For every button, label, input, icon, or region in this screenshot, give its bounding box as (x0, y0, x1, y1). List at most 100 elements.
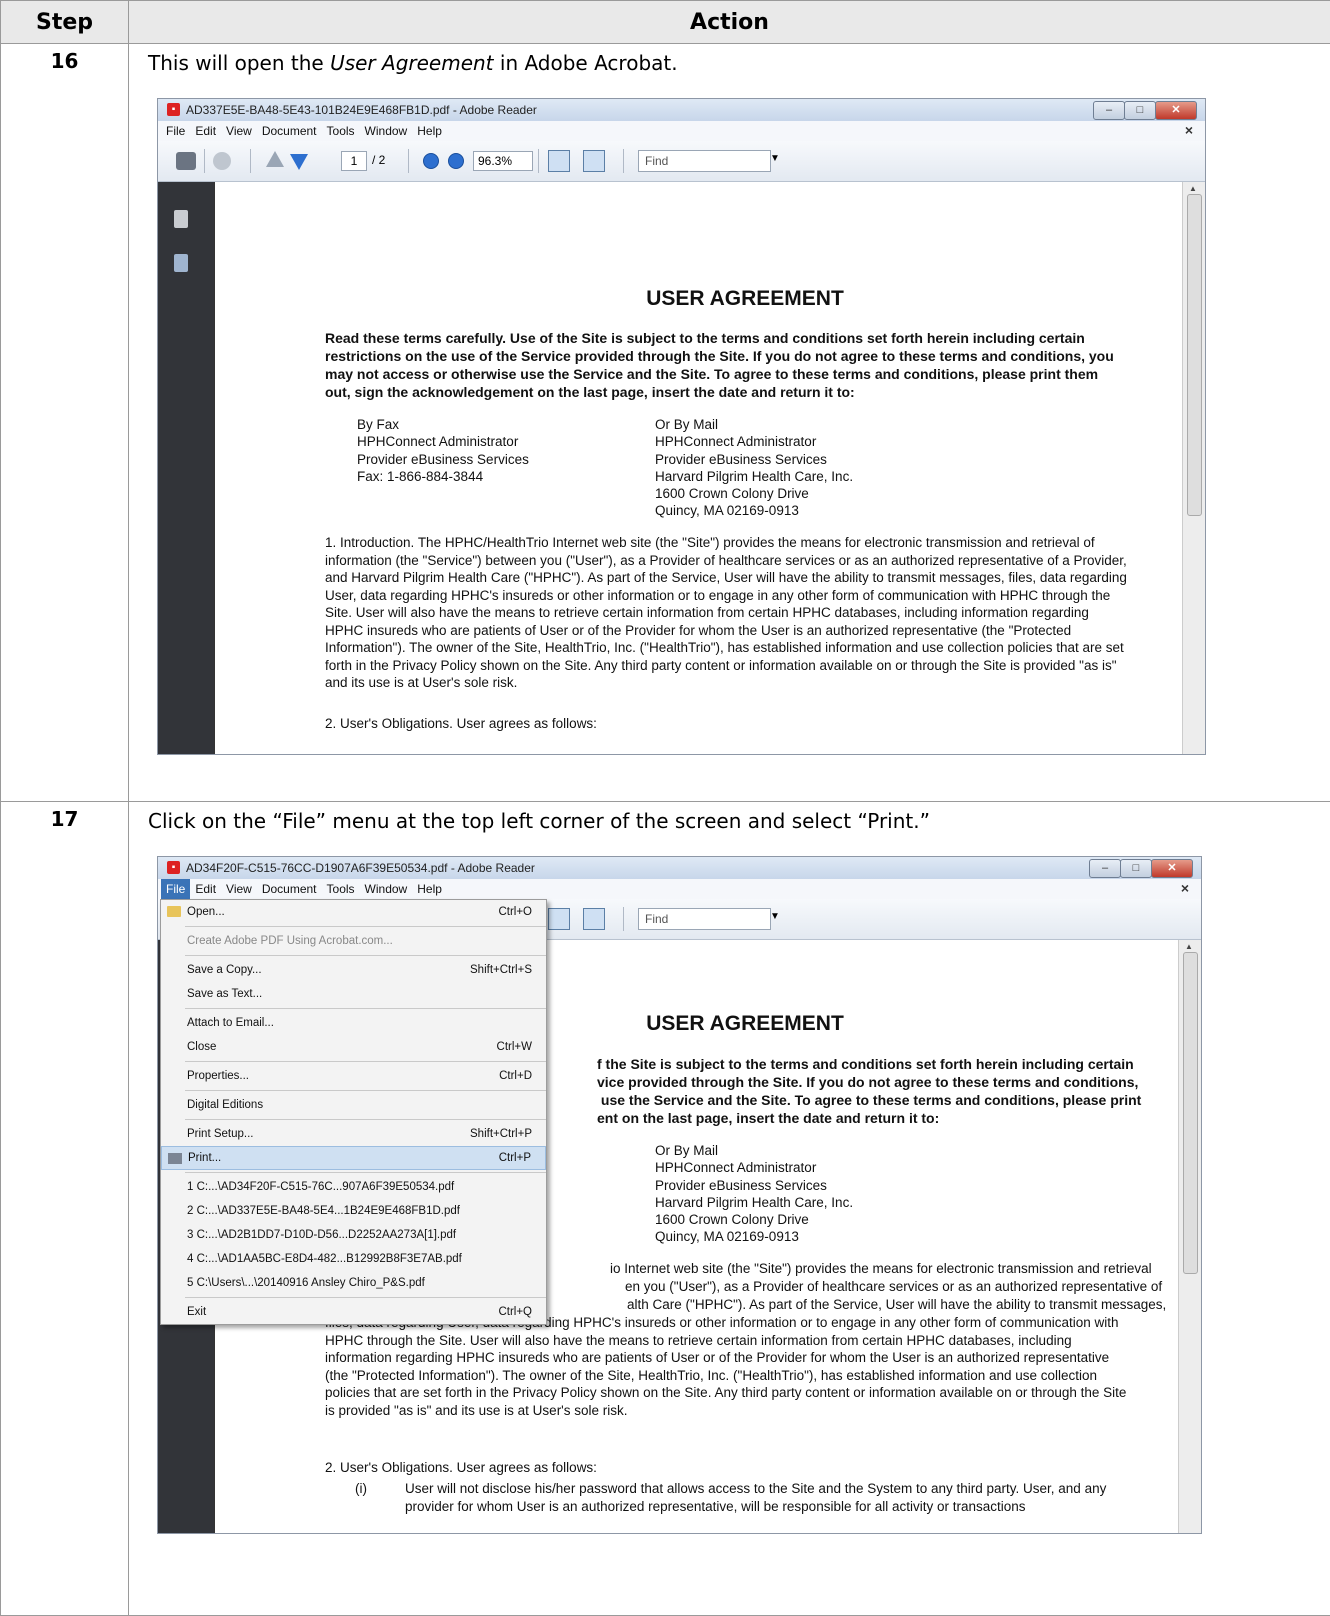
menu-item-recent-1[interactable]: 1 C:...\AD34F20F-C515-76C...907A6F39E505… (161, 1175, 546, 1199)
menu-file[interactable]: File (161, 879, 190, 899)
zoom-in-icon[interactable] (448, 153, 464, 169)
menu-item-save-as-text[interactable]: Save as Text... (161, 982, 546, 1006)
close-button[interactable]: ✕ (1151, 859, 1193, 878)
title-bar: ▪ AD34F20F-C515-76CC-D1907A6F39E50534.pd… (158, 857, 1201, 879)
bookmarks-panel-icon[interactable] (174, 254, 188, 272)
menu-help[interactable]: Help (412, 879, 447, 899)
header-action: Action (129, 1, 1330, 44)
close-button[interactable]: ✕ (1155, 101, 1197, 120)
full-screen-icon[interactable] (583, 908, 605, 930)
full-screen-icon[interactable] (583, 150, 605, 172)
menu-document[interactable]: Document (257, 121, 322, 141)
step-number-17: 17 (1, 802, 129, 1616)
menu-item-properties[interactable]: Properties...Ctrl+D (161, 1064, 546, 1088)
menu-item-close[interactable]: CloseCtrl+W (161, 1035, 546, 1059)
menu-item-print-setup[interactable]: Print Setup...Shift+Ctrl+P (161, 1122, 546, 1146)
step-17-action: Click on the “File” menu at the top left… (129, 802, 1330, 1616)
doc-title: USER AGREEMENT (325, 287, 1165, 311)
title-bar: ▪ AD337E5E-BA48-5E43-101B24E9E468FB1D.pd… (158, 99, 1205, 121)
document-close-icon[interactable]: × (1181, 880, 1189, 896)
zoom-level-select[interactable]: 96.3% (473, 151, 533, 171)
pdf-app-icon: ▪ (167, 861, 180, 874)
toolbar-separator (408, 149, 409, 173)
menu-window[interactable]: Window (360, 121, 413, 141)
find-input[interactable]: Find (638, 908, 771, 930)
doc-section-introduction: 1. Introduction. The HPHC/HealthTrio Int… (325, 534, 1130, 692)
menu-separator (185, 926, 546, 927)
step-number-16: 16 (1, 44, 129, 802)
minimize-button[interactable]: – (1089, 859, 1121, 878)
scroll-up-icon[interactable]: ▲ (1185, 942, 1193, 951)
document-close-icon[interactable]: × (1185, 122, 1193, 138)
doc-intro-line-2: en you ("User"), as a Provider of health… (625, 1278, 1150, 1296)
scroll-thumb[interactable] (1187, 194, 1202, 516)
printer-icon (168, 1153, 182, 1164)
previous-page-icon[interactable] (266, 151, 284, 167)
next-page-icon[interactable] (290, 154, 308, 170)
file-menu-dropdown: Open...Ctrl+O Create Adobe PDF Using Acr… (160, 899, 547, 1325)
obligation-number: (i) (355, 1480, 367, 1498)
document-view: USER AGREEMENT Read these terms carefull… (214, 182, 1183, 754)
menu-file[interactable]: File (161, 121, 190, 141)
menu-item-recent-3[interactable]: 3 C:...\AD2B1DD7-D10D-D56...D2252AA273A[… (161, 1223, 546, 1247)
menu-view[interactable]: View (221, 879, 257, 899)
doc-section-obligations: 2. User's Obligations. User agrees as fo… (325, 1460, 597, 1475)
zoom-out-icon[interactable] (423, 153, 439, 169)
menu-item-recent-2[interactable]: 2 C:...\AD337E5E-BA48-5E4...1B24E9E468FB… (161, 1199, 546, 1223)
print-icon[interactable] (176, 152, 196, 170)
fit-page-icon[interactable] (548, 150, 570, 172)
menu-view[interactable]: View (221, 121, 257, 141)
toolbar-separator (204, 149, 205, 173)
menu-separator (185, 1090, 546, 1091)
pages-panel-icon[interactable] (174, 210, 188, 228)
menu-item-exit[interactable]: ExitCtrl+Q (161, 1300, 546, 1324)
menu-help[interactable]: Help (412, 121, 447, 141)
maximize-button[interactable]: □ (1120, 859, 1152, 878)
fit-page-icon[interactable] (548, 908, 570, 930)
menu-item-digital-editions[interactable]: Digital Editions (161, 1093, 546, 1117)
find-dropdown-icon[interactable]: ▼ (770, 911, 780, 922)
toolbar-separator (538, 149, 539, 173)
menu-item-attach-email[interactable]: Attach to Email... (161, 1011, 546, 1035)
pdf-app-icon: ▪ (167, 103, 180, 116)
vertical-scrollbar[interactable]: ▲ (1178, 940, 1201, 1533)
adobe-reader-window-1: ▪ AD337E5E-BA48-5E43-101B24E9E468FB1D.pd… (157, 98, 1206, 755)
find-input[interactable]: Find (638, 150, 771, 172)
vertical-scrollbar[interactable]: ▲ (1182, 182, 1205, 754)
step-16-action: This will open the User Agreement in Ado… (129, 44, 1330, 802)
menu-tools[interactable]: Tools (322, 121, 360, 141)
obligation-text: User will not disclose his/her password … (405, 1480, 1125, 1515)
menu-separator (185, 1297, 546, 1298)
menu-item-recent-5[interactable]: 5 C:\Users\...\20140916 Ansley Chiro_P&S… (161, 1271, 546, 1295)
menu-item-print[interactable]: Print...Ctrl+P (161, 1146, 546, 1170)
doc-intro-line-3: alth Care ("HPHC"). As part of the Servi… (627, 1296, 1152, 1314)
maximize-button[interactable]: □ (1124, 101, 1156, 120)
instruction-table: Step Action 16 This will open the User A… (0, 0, 1330, 1616)
toolbar-separator (250, 149, 251, 173)
menu-item-open[interactable]: Open...Ctrl+O (161, 900, 546, 924)
minimize-button[interactable]: – (1093, 101, 1125, 120)
menu-item-recent-4[interactable]: 4 C:...\AD1AA5BC-E8D4-482...B12992B8F3E7… (161, 1247, 546, 1271)
menu-window[interactable]: Window (360, 879, 413, 899)
scroll-thumb[interactable] (1183, 952, 1198, 1274)
step-17-text: Click on the “File” menu at the top left… (148, 807, 1330, 835)
find-dropdown-icon[interactable]: ▼ (770, 153, 780, 164)
page-number-input[interactable]: 1 (341, 151, 367, 171)
menu-edit[interactable]: Edit (190, 879, 221, 899)
navigation-panel (158, 182, 214, 754)
menu-item-create-pdf: Create Adobe PDF Using Acrobat.com... (161, 929, 546, 953)
collaborate-icon[interactable] (213, 152, 231, 170)
menu-tools[interactable]: Tools (322, 879, 360, 899)
menu-separator (185, 1119, 546, 1120)
menu-document[interactable]: Document (257, 879, 322, 899)
menu-item-save-copy[interactable]: Save a Copy...Shift+Ctrl+S (161, 958, 546, 982)
adobe-reader-window-2: ▪ AD34F20F-C515-76CC-D1907A6F39E50534.pd… (157, 856, 1202, 1534)
doc-intro-rest: files, data regarding User, data regardi… (325, 1314, 1130, 1419)
menu-separator (185, 1008, 546, 1009)
menu-bar: FileEditViewDocumentToolsWindowHelp × (158, 879, 1201, 899)
doc-intro: Read these terms carefully. Use of the S… (325, 329, 1125, 401)
doc-intro-line-1: io Internet web site (the "Site") provid… (610, 1260, 1150, 1278)
menu-edit[interactable]: Edit (190, 121, 221, 141)
scroll-up-icon[interactable]: ▲ (1189, 184, 1197, 193)
window-title: AD34F20F-C515-76CC-D1907A6F39E50534.pdf … (186, 861, 535, 875)
